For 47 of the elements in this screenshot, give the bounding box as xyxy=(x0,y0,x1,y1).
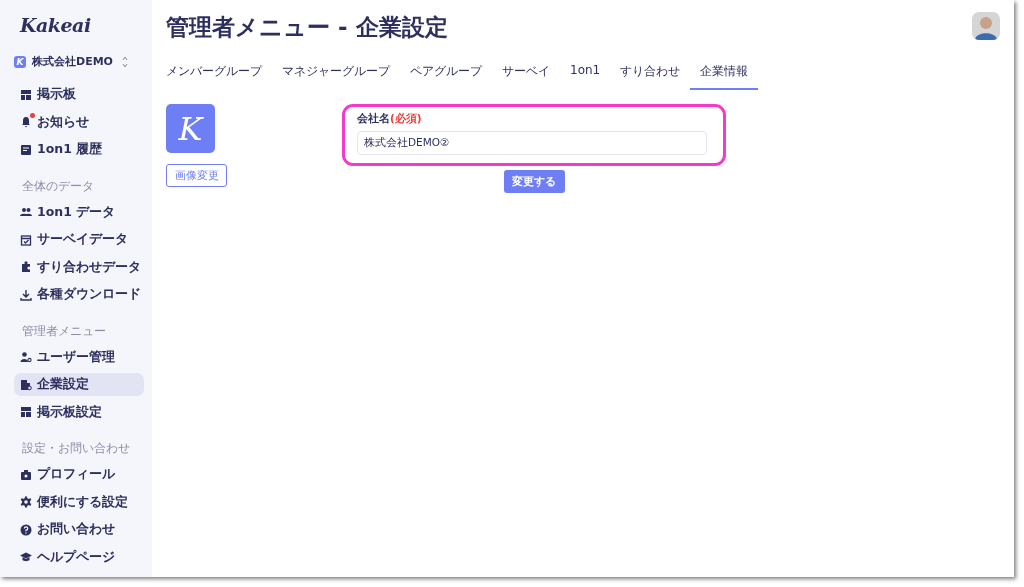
sidebar-item[interactable]: 掲示板設定 xyxy=(14,400,144,424)
change-image-button[interactable]: 画像変更 xyxy=(166,164,227,187)
board-icon xyxy=(20,88,32,101)
company-switcher[interactable]: K 株式会社DEMO xyxy=(14,54,128,69)
help-icon xyxy=(20,523,32,536)
tab[interactable]: メンバーグループ xyxy=(166,63,272,90)
sidebar-item[interactable]: すり合わせデータ xyxy=(14,255,144,279)
company-icon: K xyxy=(14,55,26,68)
cap-icon xyxy=(20,551,32,563)
bell-icon xyxy=(20,116,32,128)
building-icon xyxy=(20,378,32,391)
tab[interactable]: 企業情報 xyxy=(690,63,759,90)
field-label: 会社名(必須) xyxy=(357,112,423,126)
page-title: 管理者メニュー - 企業設定 xyxy=(166,13,448,42)
avatar[interactable] xyxy=(972,12,1000,40)
updown-icon xyxy=(122,55,128,68)
user-gear-icon xyxy=(20,351,32,363)
gear-icon xyxy=(20,496,32,508)
section-heading: 設定・お問い合わせ xyxy=(22,440,131,457)
company-logo: K xyxy=(166,104,215,153)
tab[interactable]: マネジャーグループ xyxy=(272,63,400,90)
kakeai-logo: Kakeai xyxy=(20,14,92,36)
download-icon xyxy=(20,288,32,301)
sidebar-item[interactable]: ヘルプページ xyxy=(14,545,144,569)
puzzle-icon xyxy=(20,261,32,273)
sidebar-item[interactable]: ユーザー管理 xyxy=(14,345,144,369)
sidebar-item[interactable]: 掲示板 xyxy=(14,83,144,106)
people-icon xyxy=(20,206,32,218)
sidebar-item[interactable]: お知らせ xyxy=(14,110,144,134)
section-heading: 全体のデータ xyxy=(22,177,95,195)
section-heading: 管理者メニュー xyxy=(22,322,107,340)
sidebar-item[interactable]: お問い合わせ xyxy=(14,518,144,541)
note-icon xyxy=(20,143,32,156)
sidebar-item[interactable]: 便利にする設定 xyxy=(14,490,144,514)
tab[interactable]: すり合わせ xyxy=(610,63,691,90)
tab[interactable]: 1on1 xyxy=(560,63,611,90)
calendar-icon xyxy=(20,233,32,246)
sidebar-item[interactable]: 企業設定 xyxy=(14,373,144,396)
company-name-field[interactable]: 株式会社DEMO② xyxy=(357,131,707,155)
sidebar-item[interactable]: サーベイデータ xyxy=(14,228,144,251)
sidebar-item[interactable]: プロフィール xyxy=(14,463,144,486)
board-icon xyxy=(20,406,32,418)
sidebar-item[interactable]: 1on1 履歴 xyxy=(14,138,144,161)
sidebar-item[interactable]: 1on1 データ xyxy=(14,200,144,224)
tab[interactable]: サーベイ xyxy=(492,63,560,90)
tab[interactable]: ペアグループ xyxy=(400,63,492,90)
sidebar-item[interactable]: 各種ダウンロード xyxy=(14,283,144,306)
